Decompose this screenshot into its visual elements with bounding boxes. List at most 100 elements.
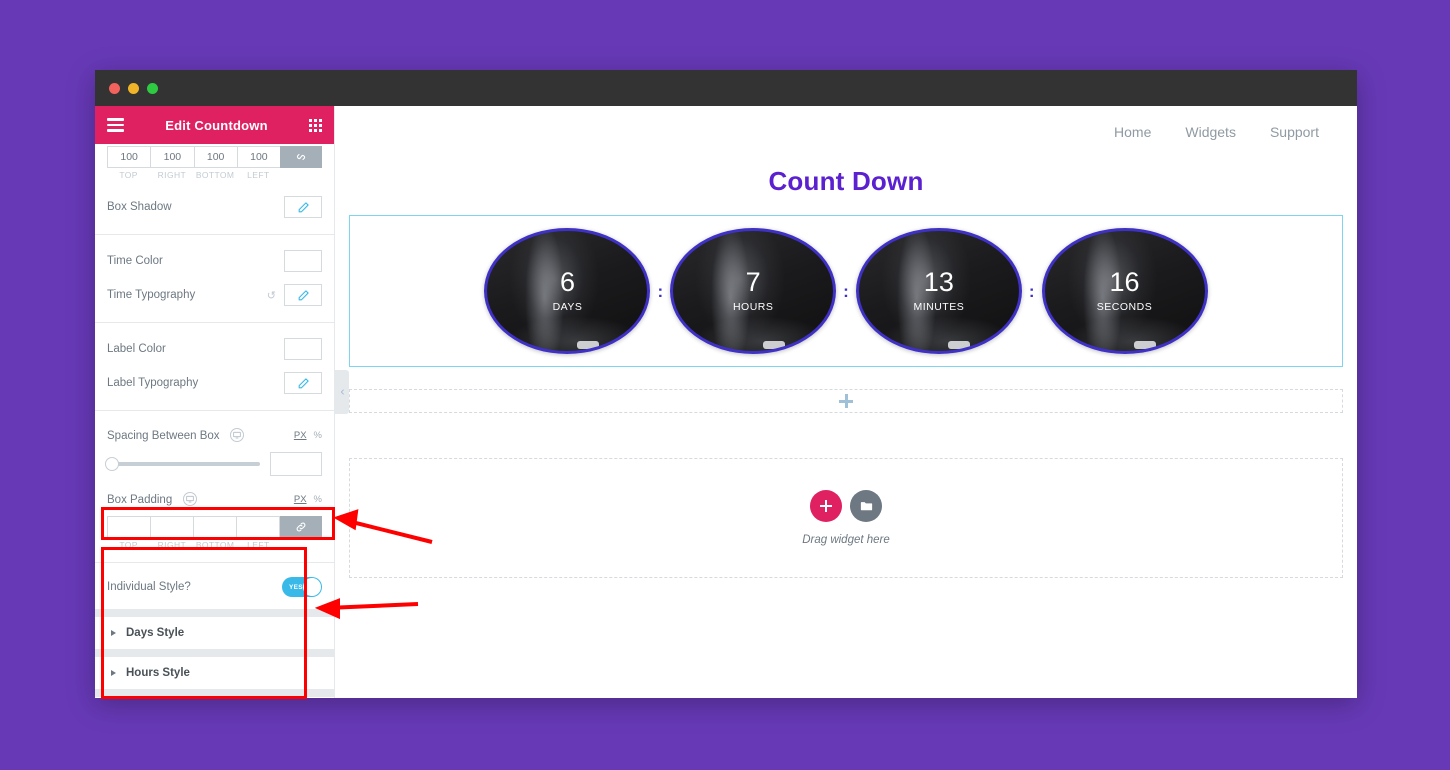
editor-panel: Edit Countdown 100 100 100 100 TOP RIGHT… bbox=[95, 106, 335, 698]
spacing-value-input[interactable] bbox=[270, 452, 322, 476]
control-spacing-between-box: Spacing Between Box PX % bbox=[95, 413, 334, 486]
padding-unit-px[interactable]: PX bbox=[294, 494, 307, 505]
dimension-top-input[interactable] bbox=[107, 146, 151, 168]
countdown-unit-days: 6 DAYS bbox=[484, 228, 651, 354]
browser-window: Edit Countdown 100 100 100 100 TOP RIGHT… bbox=[95, 70, 1357, 699]
padding-right-input[interactable] bbox=[150, 516, 193, 538]
label-typography-label: Label Typography bbox=[107, 377, 199, 389]
countdown-unit-minutes: 13 MINUTES bbox=[855, 228, 1022, 354]
chevron-right-icon bbox=[111, 630, 116, 636]
countdown-separator: : bbox=[1028, 281, 1035, 301]
time-color-swatch[interactable] bbox=[284, 250, 322, 272]
countdown-box: 6 DAYS bbox=[484, 228, 651, 354]
countdown-separator: : bbox=[657, 281, 664, 301]
link-broken-icon[interactable] bbox=[280, 146, 322, 168]
countdown-value: 7 bbox=[745, 267, 761, 297]
box-shadow-edit-button[interactable] bbox=[284, 196, 322, 218]
countdown-value: 16 bbox=[1109, 267, 1140, 297]
individual-style-toggle[interactable]: YES bbox=[282, 577, 322, 597]
accordion-label: Days Style bbox=[126, 627, 185, 639]
spacing-slider-handle[interactable] bbox=[105, 457, 119, 471]
padding-label-right: RIGHT bbox=[157, 540, 187, 550]
chevron-right-icon bbox=[111, 670, 116, 676]
countdown-section[interactable]: 6 DAYS : 7 HOURS : 13 MINUTES: 16 SECON… bbox=[349, 215, 1343, 367]
countdown-label: SECONDS bbox=[1096, 301, 1153, 313]
panel-header: Edit Countdown bbox=[95, 106, 334, 144]
hamburger-icon[interactable] bbox=[107, 118, 124, 132]
template-library-button[interactable] bbox=[850, 490, 882, 522]
panel-title: Edit Countdown bbox=[165, 117, 268, 133]
accordion-label: Hours Style bbox=[126, 667, 190, 679]
window-minimize-button[interactable] bbox=[128, 82, 139, 94]
dimension-control-group: TOP RIGHT BOTTOM LEFT bbox=[95, 144, 334, 180]
time-typography-edit-button[interactable] bbox=[284, 284, 322, 306]
window-titlebar bbox=[95, 70, 1357, 106]
padding-bottom-input[interactable] bbox=[193, 516, 236, 538]
add-widget-button[interactable] bbox=[810, 490, 842, 522]
widget-drop-zone[interactable]: Drag widget here bbox=[349, 458, 1343, 578]
label-typography-edit-button[interactable] bbox=[284, 372, 322, 394]
plus-icon bbox=[820, 500, 832, 512]
panel-collapse-handle[interactable] bbox=[335, 370, 349, 414]
dim-label-spacer bbox=[280, 170, 322, 180]
time-typography-reset-icon[interactable]: ↺ bbox=[267, 289, 276, 302]
spacing-unit-percent[interactable]: % bbox=[314, 430, 322, 441]
divider bbox=[95, 322, 334, 323]
page-title: Count Down bbox=[768, 166, 924, 196]
spacing-unit-px[interactable]: PX bbox=[294, 430, 307, 441]
countdown-label: MINUTES bbox=[913, 301, 965, 313]
drop-zone-text: Drag widget here bbox=[802, 534, 890, 546]
nav-link-widgets[interactable]: Widgets bbox=[1185, 124, 1236, 140]
window-close-button[interactable] bbox=[109, 82, 120, 94]
label-color-swatch[interactable] bbox=[284, 338, 322, 360]
dim-label-left: LEFT bbox=[247, 170, 270, 180]
padding-label-left: LEFT bbox=[247, 540, 270, 550]
countdown-separator: : bbox=[843, 281, 849, 301]
accordion-gap bbox=[95, 609, 334, 617]
countdown-label: HOURS bbox=[732, 301, 774, 313]
accordion-gap bbox=[95, 689, 334, 697]
spacing-slider[interactable] bbox=[105, 457, 260, 471]
divider bbox=[95, 562, 334, 563]
dimension-bottom-input[interactable] bbox=[193, 146, 237, 168]
desktop-icon[interactable] bbox=[182, 491, 197, 506]
countdown-unit-seconds: 16 SECONDS bbox=[1041, 228, 1208, 354]
time-typography-label: Time Typography bbox=[107, 289, 196, 301]
accordion-gap bbox=[95, 649, 334, 657]
padding-label-spacer bbox=[280, 540, 322, 550]
countdown-label: DAYS bbox=[552, 301, 583, 313]
control-label-color: Label Color bbox=[95, 325, 334, 368]
site-navigation: Home Widgets Support bbox=[335, 106, 1357, 158]
nav-link-support[interactable]: Support bbox=[1270, 124, 1319, 140]
divider bbox=[95, 410, 334, 411]
spacing-label: Spacing Between Box bbox=[107, 430, 220, 442]
padding-left-input[interactable] bbox=[236, 516, 280, 538]
control-time-color: Time Color bbox=[95, 237, 334, 280]
desktop-icon[interactable] bbox=[229, 427, 244, 442]
widgets-grid-icon[interactable] bbox=[308, 118, 322, 132]
divider bbox=[95, 234, 334, 235]
dim-label-right: RIGHT bbox=[157, 170, 187, 180]
padding-top-input[interactable] bbox=[107, 516, 150, 538]
control-time-typography: Time Typography ↺ bbox=[95, 280, 334, 320]
accordion-days-style[interactable]: Days Style bbox=[95, 617, 334, 649]
panel-scroll-area[interactable]: TOP RIGHT BOTTOM LEFT Box Shadow bbox=[95, 144, 334, 698]
countdown-unit-hours: 7 HOURS bbox=[670, 228, 837, 354]
nav-link-home[interactable]: Home bbox=[1114, 124, 1151, 140]
countdown-value: 6 bbox=[559, 267, 575, 297]
toggle-knob bbox=[303, 578, 321, 596]
add-new-section-button[interactable] bbox=[349, 389, 1343, 413]
plus-icon bbox=[839, 394, 853, 408]
toggle-state-text: YES bbox=[289, 583, 303, 591]
window-maximize-button[interactable] bbox=[147, 82, 158, 94]
padding-label-top: TOP bbox=[119, 540, 138, 550]
label-color-label: Label Color bbox=[107, 343, 166, 355]
dimension-right-input[interactable] bbox=[150, 146, 194, 168]
link-icon[interactable] bbox=[280, 516, 322, 538]
individual-style-label: Individual Style? bbox=[107, 581, 191, 593]
accordion-minutes-style[interactable]: Minutes Style bbox=[95, 697, 334, 698]
padding-unit-percent[interactable]: % bbox=[314, 494, 322, 505]
accordion-hours-style[interactable]: Hours Style bbox=[95, 657, 334, 689]
dimension-left-input[interactable] bbox=[236, 146, 280, 168]
control-label-typography: Label Typography bbox=[95, 368, 334, 408]
